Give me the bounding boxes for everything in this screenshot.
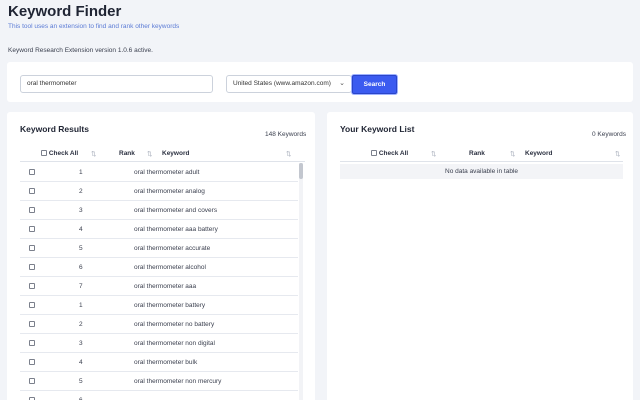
- table-row[interactable]: 5 oral thermometer accurate: [20, 239, 298, 258]
- keyword-search-input[interactable]: oral thermometer: [20, 75, 213, 93]
- list-check-all-checkbox[interactable]: [371, 150, 377, 157]
- row-checkbox[interactable]: [29, 245, 35, 251]
- keyword-column-header[interactable]: Keyword: [162, 150, 189, 157]
- row-checkbox[interactable]: [29, 359, 35, 365]
- table-row[interactable]: 5 oral thermometer non mercury: [20, 372, 298, 391]
- row-keyword: oral thermometer alcohol: [134, 264, 206, 271]
- sort-check-icon[interactable]: ⇅: [91, 150, 96, 158]
- check-all-label: Check All: [48, 150, 79, 157]
- page-title: Keyword Finder: [8, 3, 122, 20]
- row-checkbox[interactable]: [29, 378, 35, 384]
- row-checkbox[interactable]: [29, 169, 35, 175]
- your-list-table-header: Check All ⇅ Rank ⇅ Keyword ⇅: [340, 146, 623, 162]
- row-keyword: oral thermometer battery: [134, 302, 206, 309]
- chevron-down-icon: ⌄: [339, 80, 345, 87]
- row-keyword: oral thermometer no battery: [134, 321, 215, 328]
- row-rank: 7: [79, 283, 83, 290]
- row-checkbox[interactable]: [29, 264, 35, 270]
- table-row[interactable]: 1 oral thermometer battery: [20, 296, 298, 315]
- list-sort-rank-icon[interactable]: ⇅: [510, 150, 515, 158]
- row-checkbox[interactable]: [29, 283, 35, 289]
- row-rank: 6: [79, 264, 83, 271]
- results-scrollbar[interactable]: [299, 163, 303, 400]
- extension-status: Keyword Research Extension version 1.0.6…: [8, 47, 153, 54]
- list-rank-column-header[interactable]: Rank: [469, 150, 485, 157]
- row-rank: 3: [79, 340, 83, 347]
- row-rank: 5: [79, 245, 83, 252]
- list-sort-keyword-icon[interactable]: ⇅: [615, 150, 620, 158]
- row-checkbox[interactable]: [29, 188, 35, 194]
- rank-column-header[interactable]: Rank: [119, 150, 135, 157]
- row-checkbox[interactable]: [29, 321, 35, 327]
- row-keyword: oral thermometer non digital: [134, 340, 215, 347]
- search-button[interactable]: Search: [352, 75, 397, 94]
- check-all-checkbox[interactable]: [41, 150, 47, 157]
- table-row[interactable]: 2 oral thermometer analog: [20, 182, 298, 201]
- table-row[interactable]: 4 oral thermometer bulk: [20, 353, 298, 372]
- row-rank: 2: [79, 321, 83, 328]
- your-keyword-list-count: 0 Keywords: [592, 131, 626, 138]
- list-keyword-column-header[interactable]: Keyword: [525, 150, 552, 157]
- row-checkbox[interactable]: [29, 226, 35, 232]
- keyword-results-title: Keyword Results: [20, 124, 89, 134]
- row-rank: 1: [79, 169, 83, 176]
- search-card: oral thermometer United States (www.amaz…: [7, 62, 633, 102]
- page-subtitle: This tool uses an extension to find and …: [8, 23, 180, 30]
- list-check-all-control[interactable]: Check All: [371, 150, 408, 157]
- sort-rank-icon[interactable]: ⇅: [147, 150, 152, 158]
- results-table-header: Check All ⇅ Rank ⇅ Keyword ⇅: [20, 146, 305, 162]
- row-keyword: oral thermometer analog: [134, 188, 205, 195]
- table-row[interactable]: 6: [20, 391, 298, 400]
- row-keyword: oral thermometer accurate: [134, 245, 211, 252]
- row-rank: 2: [79, 188, 83, 195]
- list-sort-check-icon[interactable]: ⇅: [431, 150, 436, 158]
- country-select[interactable]: United States (www.amazon.com) ⌄: [226, 75, 352, 93]
- row-rank: 3: [79, 207, 83, 214]
- check-all-control[interactable]: Check All: [41, 150, 78, 157]
- results-scroll-thumb[interactable]: [299, 163, 303, 179]
- table-row[interactable]: 6 oral thermometer alcohol: [20, 258, 298, 277]
- sort-keyword-icon[interactable]: ⇅: [286, 150, 291, 158]
- row-rank: 4: [79, 359, 83, 366]
- row-keyword: oral thermometer non mercury: [134, 378, 222, 385]
- row-checkbox[interactable]: [29, 340, 35, 346]
- table-row[interactable]: 3 oral thermometer and covers: [20, 201, 298, 220]
- row-keyword: oral thermometer aaa: [134, 283, 197, 290]
- row-keyword: oral thermometer aaa battery: [134, 226, 218, 233]
- your-keyword-list-panel: Your Keyword List 0 Keywords Check All ⇅…: [327, 112, 633, 400]
- list-check-all-label: Check All: [378, 150, 409, 157]
- table-row[interactable]: 7 oral thermometer aaa: [20, 277, 298, 296]
- keyword-results-count: 148 Keywords: [265, 131, 307, 138]
- table-row[interactable]: 1 oral thermometer adult: [20, 163, 298, 182]
- empty-table-message: No data available in table: [340, 164, 623, 179]
- row-keyword: oral thermometer and covers: [134, 207, 218, 214]
- your-keyword-list-title: Your Keyword List: [340, 124, 415, 134]
- table-row[interactable]: 4 oral thermometer aaa battery: [20, 220, 298, 239]
- row-checkbox[interactable]: [29, 207, 35, 213]
- keyword-results-panel: Keyword Results 148 Keywords Check All ⇅…: [7, 112, 315, 400]
- row-rank: 1: [79, 302, 83, 309]
- table-row[interactable]: 2 oral thermometer no battery: [20, 315, 298, 334]
- row-keyword: oral thermometer bulk: [134, 359, 198, 366]
- row-rank: 4: [79, 226, 83, 233]
- row-checkbox[interactable]: [29, 302, 35, 308]
- row-keyword: oral thermometer adult: [134, 169, 200, 176]
- table-row[interactable]: 3 oral thermometer non digital: [20, 334, 298, 353]
- row-rank: 5: [79, 378, 83, 385]
- country-select-value: United States (www.amazon.com): [233, 80, 331, 87]
